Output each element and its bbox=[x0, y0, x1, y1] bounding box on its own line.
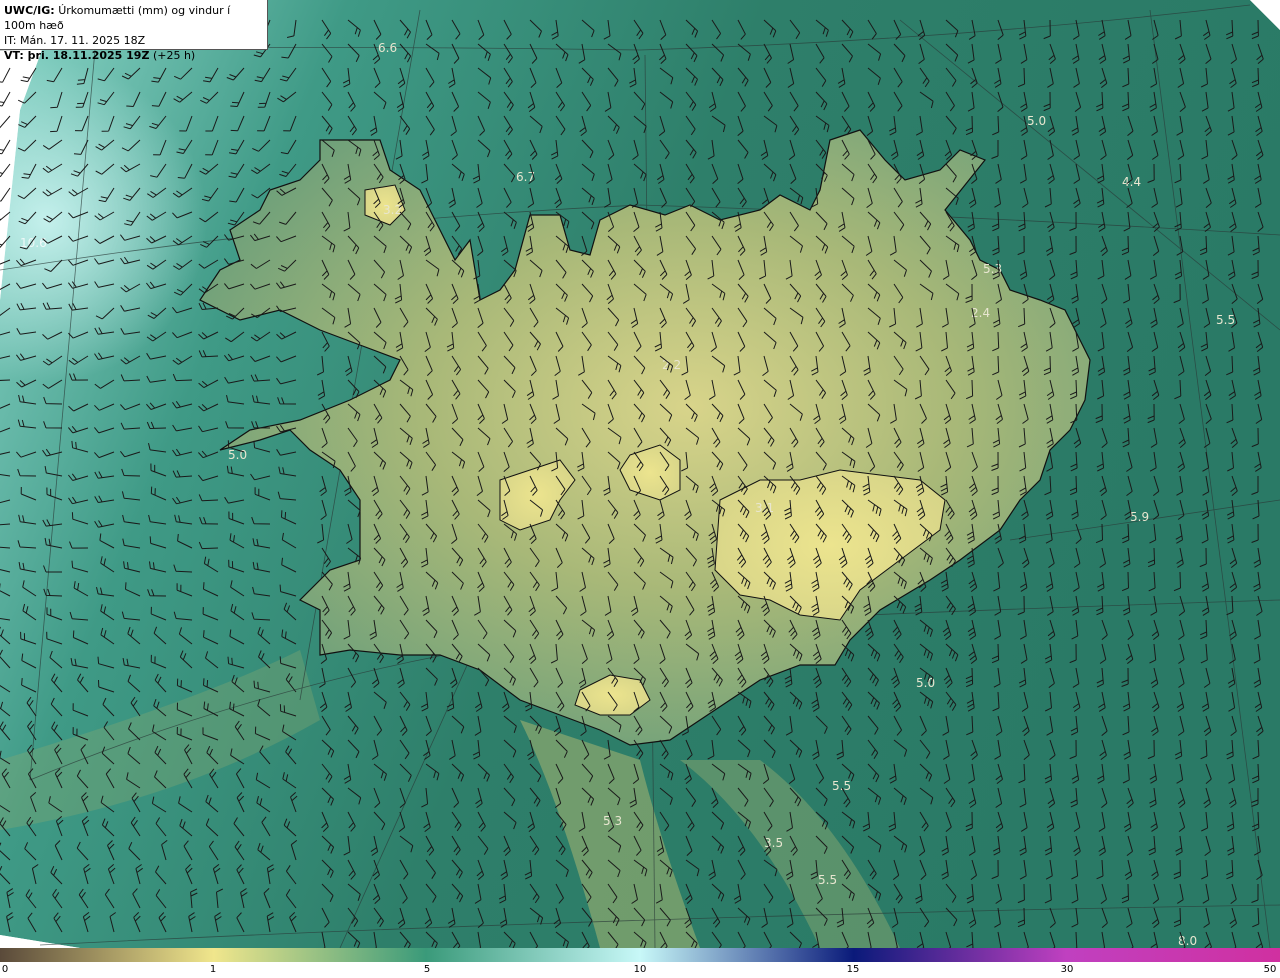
valid-time: VT: þri. 18.11.2025 19Z bbox=[4, 49, 150, 62]
value-label: 6.6 bbox=[378, 41, 397, 55]
model-name: UWC/IG: bbox=[4, 4, 55, 17]
value-label: 5.0 bbox=[1027, 114, 1046, 128]
value-label: 3.2 bbox=[383, 203, 402, 217]
header-title-line: UWC/IG: Úrkomumætti (mm) og vindur í 100… bbox=[4, 3, 263, 33]
lead-time: (+25 h) bbox=[152, 49, 196, 62]
map-header: UWC/IG: Úrkomumætti (mm) og vindur í 100… bbox=[0, 0, 268, 62]
valid-time-line: VT: þri. 18.11.2025 19Z (+25 h) bbox=[4, 48, 263, 63]
value-label: 5.5 bbox=[1216, 313, 1235, 327]
value-label: 5.9 bbox=[1130, 510, 1149, 524]
colorbar-tick: 50 bbox=[1263, 964, 1277, 975]
colorbar-tick: 15 bbox=[846, 964, 860, 975]
colorbar-ticks: 0 1 5 10 15 30 50 bbox=[0, 962, 1280, 978]
value-label: 5.5 bbox=[832, 779, 851, 793]
precipitation-wind-map: 6.6 6.7 3.2 10.6 5.0 4.4 5.3 2.4 5.5 2.2… bbox=[0, 0, 1280, 948]
colorbar-gradient bbox=[0, 948, 1280, 962]
colorbar-tick: 10 bbox=[633, 964, 647, 975]
colorbar-tick: 1 bbox=[209, 964, 217, 975]
colorbar-tick: 5 bbox=[423, 964, 431, 975]
colorbar-tick: 30 bbox=[1060, 964, 1074, 975]
init-time: IT: Mán. 17. 11. 2025 18Z bbox=[4, 34, 146, 47]
value-label: 5.3 bbox=[603, 814, 622, 828]
value-label: 3.1 bbox=[755, 501, 774, 515]
value-label: 5.5 bbox=[818, 873, 837, 887]
colorbar-tick: 0 bbox=[1, 964, 9, 975]
